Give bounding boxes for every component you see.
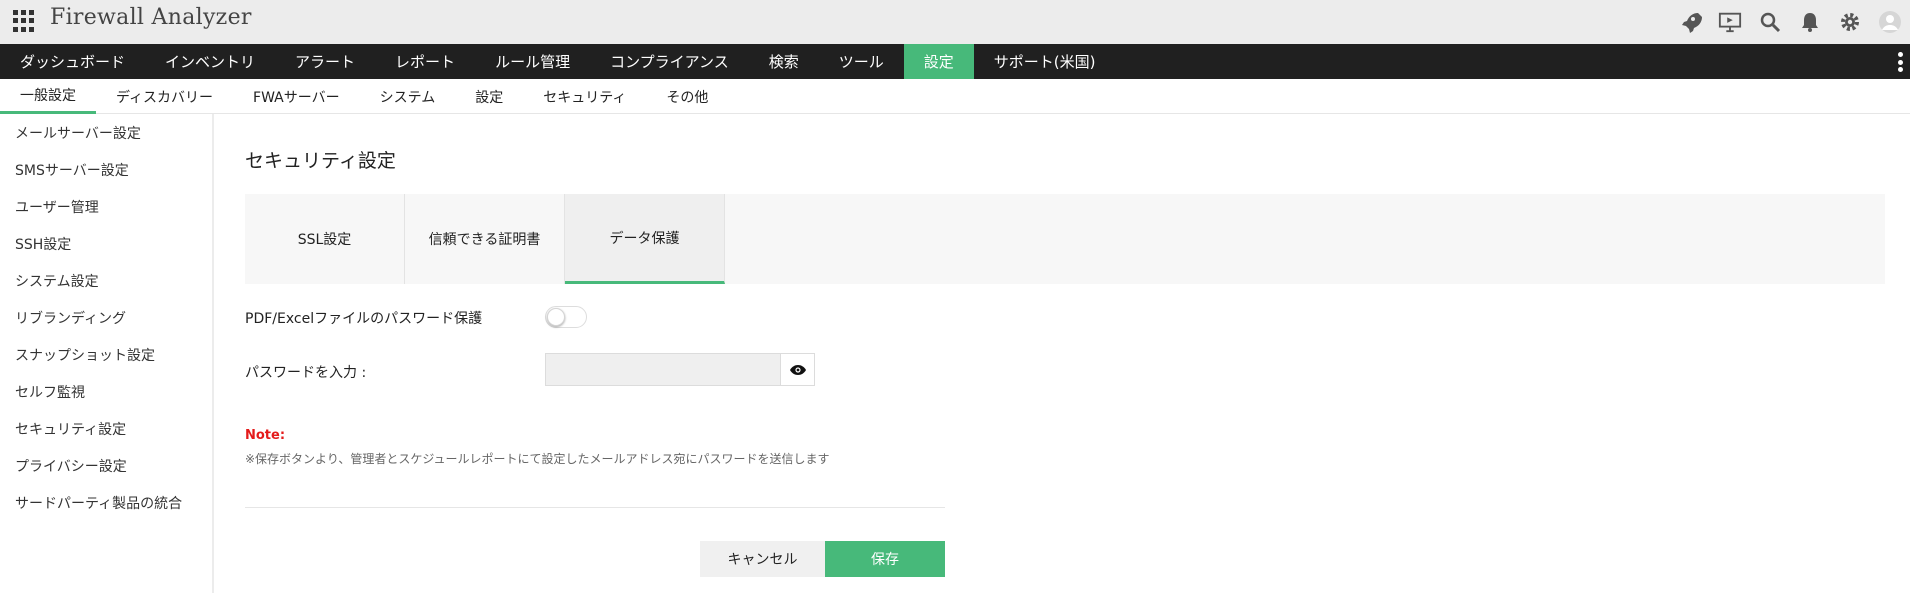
bell-icon[interactable] bbox=[1790, 0, 1830, 44]
sidebar-item-ssh[interactable]: SSH設定 bbox=[0, 225, 212, 262]
subnav-general-settings[interactable]: 一般設定 bbox=[0, 79, 96, 114]
presentation-icon[interactable] bbox=[1710, 0, 1750, 44]
tab-ssl-settings[interactable]: SSL設定 bbox=[245, 194, 405, 284]
save-button[interactable]: 保存 bbox=[825, 541, 945, 577]
sidebar-item-snapshot[interactable]: スナップショット設定 bbox=[0, 336, 212, 373]
sidebar-item-user-management[interactable]: ユーザー管理 bbox=[0, 188, 212, 225]
gear-icon[interactable] bbox=[1830, 0, 1870, 44]
nav-alerts[interactable]: アラート bbox=[275, 44, 375, 79]
subnav-discovery[interactable]: ディスカバリー bbox=[96, 79, 233, 114]
toggle-knob bbox=[547, 308, 565, 326]
subnav-system[interactable]: システム bbox=[360, 79, 456, 114]
password-label: パスワードを入力 : bbox=[245, 365, 367, 381]
tabs-bar: SSL設定 信頼できる証明書 データ保護 bbox=[245, 194, 1885, 284]
note-label: Note: bbox=[245, 428, 286, 443]
nav-support[interactable]: サポート(米国) bbox=[974, 44, 1116, 79]
page-title: セキュリティ設定 bbox=[245, 150, 396, 172]
more-menu-icon[interactable] bbox=[1898, 52, 1904, 72]
tab-data-protection[interactable]: データ保護 bbox=[565, 194, 725, 284]
cancel-button[interactable]: キャンセル bbox=[700, 541, 825, 577]
nav-reports[interactable]: レポート bbox=[375, 44, 475, 79]
subnav-other[interactable]: その他 bbox=[646, 79, 728, 114]
sub-nav: 一般設定 ディスカバリー FWAサーバー システム 設定 セキュリティ その他 bbox=[0, 79, 1910, 114]
eye-icon bbox=[789, 364, 806, 375]
sidebar-item-system-settings[interactable]: システム設定 bbox=[0, 262, 212, 299]
user-avatar-icon[interactable] bbox=[1870, 0, 1910, 44]
nav-search[interactable]: 検索 bbox=[749, 44, 819, 79]
apps-grid-icon[interactable] bbox=[13, 10, 35, 32]
show-password-button[interactable] bbox=[780, 353, 815, 386]
divider bbox=[245, 507, 945, 508]
nav-rule-management[interactable]: ルール管理 bbox=[475, 44, 590, 79]
main-nav: ダッシュボード インベントリ アラート レポート ルール管理 コンプライアンス … bbox=[0, 44, 1910, 79]
sidebar-item-self-monitoring[interactable]: セルフ監視 bbox=[0, 373, 212, 410]
nav-compliance[interactable]: コンプライアンス bbox=[590, 44, 749, 79]
subnav-settings[interactable]: 設定 bbox=[455, 79, 523, 114]
nav-inventory[interactable]: インベントリ bbox=[145, 44, 275, 79]
header-icons bbox=[1670, 0, 1910, 44]
password-protection-label: PDF/Excelファイルのパスワード保護 bbox=[245, 311, 483, 327]
sidebar-item-rebranding[interactable]: リブランディング bbox=[0, 299, 212, 336]
subnav-fwa-server[interactable]: FWAサーバー bbox=[233, 79, 360, 114]
password-protection-toggle[interactable] bbox=[545, 306, 587, 328]
search-icon[interactable] bbox=[1750, 0, 1790, 44]
tab-trusted-certificates[interactable]: 信頼できる証明書 bbox=[405, 194, 565, 284]
app-title: Firewall Analyzer bbox=[50, 5, 252, 30]
sidebar-item-privacy[interactable]: プライバシー設定 bbox=[0, 447, 212, 484]
sidebar-item-mail-server[interactable]: メールサーバー設定 bbox=[0, 114, 212, 151]
sidebar: メールサーバー設定 SMSサーバー設定 ユーザー管理 SSH設定 システム設定 … bbox=[0, 114, 214, 593]
subnav-security[interactable]: セキュリティ bbox=[523, 79, 646, 114]
note-text: ※保存ボタンより、管理者とスケジュールレポートにて設定したメールアドレス宛にパス… bbox=[245, 452, 830, 466]
password-input[interactable] bbox=[545, 353, 780, 386]
rocket-icon[interactable] bbox=[1670, 0, 1710, 44]
sidebar-item-security-settings[interactable]: セキュリティ設定 bbox=[0, 410, 212, 447]
sidebar-item-sms-server[interactable]: SMSサーバー設定 bbox=[0, 151, 212, 188]
nav-dashboard[interactable]: ダッシュボード bbox=[0, 44, 145, 79]
nav-settings[interactable]: 設定 bbox=[903, 44, 974, 79]
top-header: Firewall Analyzer bbox=[0, 0, 1910, 44]
nav-tools[interactable]: ツール bbox=[819, 44, 904, 79]
sidebar-item-third-party[interactable]: サードパーティ製品の統合 bbox=[0, 484, 212, 521]
